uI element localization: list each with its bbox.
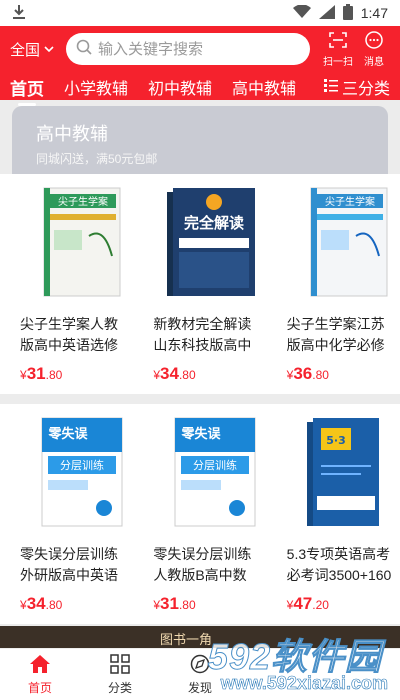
product-name: 尖子生学案江苏版高中化学必修1 bbox=[286, 316, 385, 353]
product-price: ¥31.80 bbox=[153, 594, 196, 613]
battery-icon bbox=[342, 3, 353, 23]
product-card[interactable]: 尖子生学案 尖子生学案江苏版高中化学必修1 ¥36.80 bbox=[267, 182, 400, 384]
message-icon bbox=[364, 30, 384, 53]
header: 全国 扫一扫 消息 首页 小学教辅 初中教辅 高中教辅 bbox=[0, 26, 400, 106]
site-watermark: 592软件园 www.592xiazai.com bbox=[192, 626, 392, 696]
book-cover-image: 5·3 bbox=[291, 416, 400, 536]
search-icon bbox=[76, 39, 92, 60]
search-box[interactable] bbox=[66, 33, 310, 65]
product-name: 新教材完全解读山东科技版高中物理 bbox=[153, 316, 252, 353]
svg-text:分层训练: 分层训练 bbox=[60, 458, 104, 472]
tab-primary[interactable]: 小学教辅 bbox=[64, 75, 128, 99]
scan-button[interactable]: 扫一扫 bbox=[320, 31, 356, 68]
message-label: 消息 bbox=[364, 56, 384, 68]
section-title: 高中教辅 bbox=[36, 124, 108, 144]
product-name: 尖子生学案人教版高中英语选修8 bbox=[20, 316, 118, 353]
home-icon bbox=[29, 654, 51, 679]
grid-icon bbox=[109, 653, 131, 679]
wifi-icon bbox=[292, 3, 311, 22]
product-card[interactable]: 尖子生学案 尖子生学案人教版高中英语选修8 ¥31.80 bbox=[0, 182, 133, 384]
svg-text:分层训练: 分层训练 bbox=[193, 458, 237, 472]
product-name: 零失误分层训练人教版B高中数学 bbox=[153, 546, 252, 583]
signal-icon bbox=[318, 4, 335, 22]
region-selector[interactable]: 全国 bbox=[10, 39, 66, 60]
product-price: ¥36.80 bbox=[286, 364, 329, 383]
region-label: 全国 bbox=[10, 41, 41, 59]
svg-text:零失误: 零失误 bbox=[47, 426, 88, 442]
all-categories-label: 三分类 bbox=[341, 81, 390, 98]
book-cover-image: 尖子生学案 bbox=[291, 186, 400, 306]
scan-label: 扫一扫 bbox=[323, 56, 353, 68]
product-price: ¥31.80 bbox=[20, 364, 63, 383]
status-time: 1:47 bbox=[360, 5, 388, 21]
nav-category[interactable]: 分类 bbox=[80, 649, 160, 700]
product-name: 零失误分层训练外研版高中英语选修 bbox=[20, 546, 118, 583]
product-card[interactable]: 零失误 分层训练 零失误分层训练人教版B高中数学 ¥31.80 bbox=[133, 412, 266, 614]
message-button[interactable]: 消息 bbox=[356, 30, 392, 68]
product-grid-row: 零失误 分层训练 零失误分层训练外研版高中英语选修 ¥34.80 零失误 分层训… bbox=[0, 404, 400, 624]
chevron-down-icon bbox=[44, 45, 54, 56]
all-categories-button[interactable]: 三分类 bbox=[323, 75, 390, 99]
product-price: ¥34.80 bbox=[153, 364, 196, 383]
watermark-url: www.592xiazai.com bbox=[220, 673, 388, 694]
tab-senior[interactable]: 高中教辅 bbox=[232, 75, 296, 99]
product-grid-row: 尖子生学案 尖子生学案人教版高中英语选修8 ¥31.80 完全解读 新教材完全解… bbox=[0, 174, 400, 394]
nav-home[interactable]: 首页 bbox=[0, 649, 80, 700]
svg-text:尖子生学案: 尖子生学案 bbox=[325, 195, 375, 208]
category-tabs: 首页 小学教辅 初中教辅 高中教辅 三分类 bbox=[0, 70, 400, 106]
svg-text:5·3: 5·3 bbox=[326, 434, 346, 447]
product-price: ¥47.20 bbox=[286, 594, 329, 613]
product-card[interactable]: 零失误 分层训练 零失误分层训练外研版高中英语选修 ¥34.80 bbox=[0, 412, 133, 614]
tab-junior[interactable]: 初中教辅 bbox=[148, 75, 212, 99]
list-icon bbox=[323, 78, 338, 97]
svg-text:零失误: 零失误 bbox=[181, 426, 222, 442]
scan-icon bbox=[328, 31, 348, 53]
svg-text:完全解读: 完全解读 bbox=[184, 214, 244, 232]
nav-category-label: 分类 bbox=[107, 680, 132, 695]
search-input[interactable] bbox=[98, 40, 300, 58]
section-header: 高中教辅 同城闪送，满50元包邮 bbox=[12, 106, 388, 174]
section-subtitle: 同城闪送，满50元包邮 bbox=[36, 152, 158, 166]
book-cover-image: 零失误 分层训练 bbox=[157, 416, 266, 536]
product-card[interactable]: 完全解读 新教材完全解读山东科技版高中物理 ¥34.80 bbox=[133, 182, 266, 384]
download-icon bbox=[12, 4, 26, 23]
product-card[interactable]: 5·3 5.3专项英语高考必考词3500+1600 ¥47.20 bbox=[267, 412, 400, 614]
nav-home-label: 首页 bbox=[27, 680, 52, 695]
tab-home[interactable]: 首页 bbox=[10, 75, 44, 106]
product-price: ¥34.80 bbox=[20, 594, 63, 613]
product-name: 5.3专项英语高考必考词3500+1600 bbox=[286, 546, 392, 583]
book-cover-image: 完全解读 bbox=[157, 186, 266, 306]
book-cover-image: 尖子生学案 bbox=[24, 186, 133, 306]
svg-text:尖子生学案: 尖子生学案 bbox=[58, 195, 108, 208]
book-cover-image: 零失误 分层训练 bbox=[24, 416, 133, 536]
status-bar: 1:47 bbox=[0, 0, 400, 26]
